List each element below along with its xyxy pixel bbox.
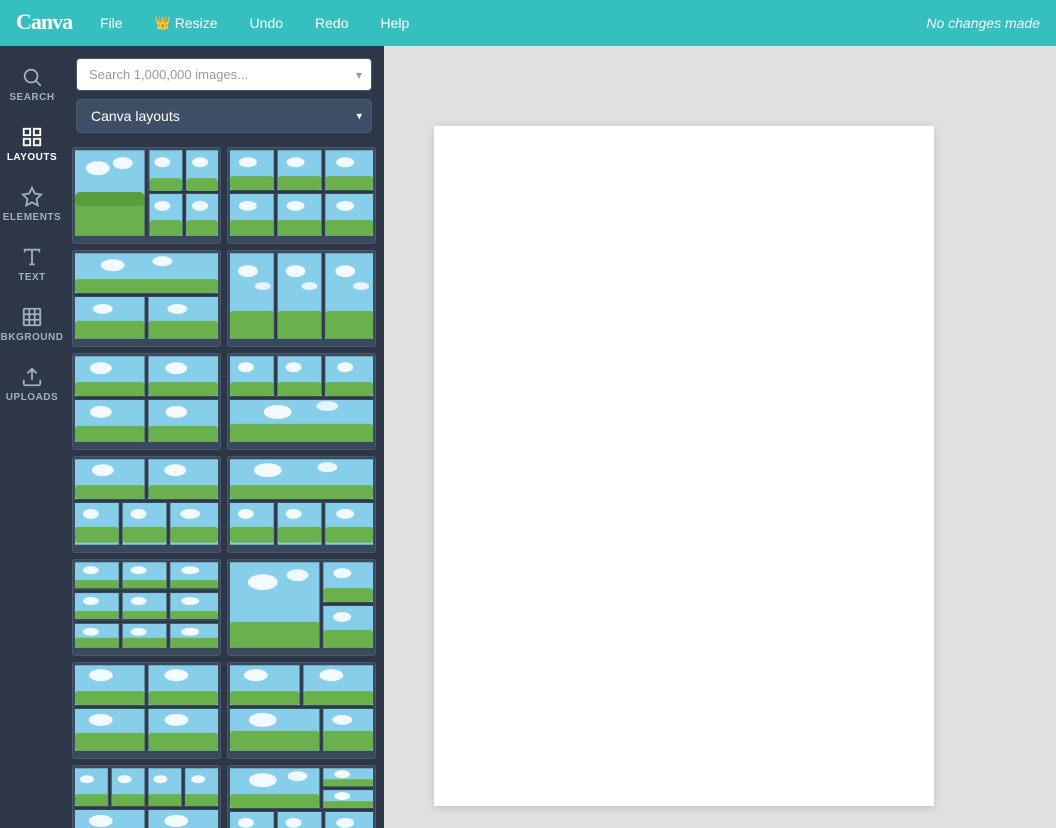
main-container: SEARCH LAYOUTS ELEMENTS TEXT bbox=[0, 46, 1056, 828]
list-item[interactable] bbox=[72, 456, 221, 553]
layout-preview-svg bbox=[73, 251, 220, 341]
list-item[interactable] bbox=[227, 250, 376, 347]
elements-icon bbox=[21, 186, 43, 208]
image-search-input[interactable] bbox=[76, 58, 372, 91]
sidebar-item-search[interactable]: SEARCH bbox=[0, 54, 64, 114]
layout-row bbox=[72, 559, 376, 656]
layouts-panel: ▾ Canva layouts My layouts Custom ▾ bbox=[64, 46, 384, 828]
sidebar-item-elements[interactable]: ELEMENTS bbox=[0, 174, 64, 234]
file-menu[interactable]: File bbox=[94, 11, 129, 35]
layouts-icon bbox=[21, 126, 43, 148]
list-item[interactable] bbox=[72, 559, 221, 656]
layout-preview-svg bbox=[73, 354, 220, 444]
layout-preview-svg bbox=[73, 457, 220, 547]
icon-sidebar: SEARCH LAYOUTS ELEMENTS TEXT bbox=[0, 46, 64, 828]
list-item[interactable] bbox=[227, 353, 376, 450]
sidebar-item-layouts[interactable]: LAYOUTS bbox=[0, 114, 64, 174]
text-icon bbox=[21, 246, 43, 268]
background-icon bbox=[21, 306, 43, 328]
search-label: SEARCH bbox=[9, 92, 54, 103]
canva-logo: Canva bbox=[16, 7, 74, 39]
text-label: TEXT bbox=[18, 272, 46, 283]
layout-preview-svg bbox=[228, 766, 375, 828]
list-item[interactable] bbox=[227, 765, 376, 828]
layout-source-select[interactable]: Canva layouts My layouts Custom bbox=[76, 99, 372, 133]
list-item[interactable] bbox=[227, 662, 376, 759]
layout-row bbox=[72, 662, 376, 759]
sidebar-item-uploads[interactable]: UPLOADS bbox=[0, 354, 64, 414]
redo-menu[interactable]: Redo bbox=[309, 11, 354, 35]
background-label: BKGROUND bbox=[1, 332, 64, 343]
layouts-grid bbox=[64, 143, 384, 828]
layout-row bbox=[72, 353, 376, 450]
svg-text:Canva: Canva bbox=[16, 9, 73, 33]
layouts-label: LAYOUTS bbox=[7, 152, 57, 163]
uploads-label: UPLOADS bbox=[6, 392, 58, 403]
list-item[interactable] bbox=[72, 250, 221, 347]
layout-source-dropdown: Canva layouts My layouts Custom ▾ bbox=[76, 99, 372, 133]
layout-row bbox=[72, 147, 376, 244]
layout-preview-svg bbox=[73, 663, 220, 753]
layout-preview-svg bbox=[73, 148, 220, 238]
layout-preview-svg bbox=[73, 560, 220, 650]
crown-icon: 👑 bbox=[155, 15, 171, 31]
layout-row bbox=[72, 456, 376, 553]
uploads-icon bbox=[21, 366, 43, 388]
elements-label: ELEMENTS bbox=[3, 212, 61, 223]
help-menu[interactable]: Help bbox=[374, 11, 415, 35]
canvas-area bbox=[384, 46, 1056, 828]
undo-menu[interactable]: Undo bbox=[244, 11, 289, 35]
list-item[interactable] bbox=[72, 662, 221, 759]
layout-preview-svg bbox=[73, 766, 220, 828]
no-changes-label: No changes made bbox=[926, 15, 1040, 31]
list-item[interactable] bbox=[227, 147, 376, 244]
search-container: ▾ bbox=[76, 58, 372, 91]
topbar: Canva File 👑 Resize Undo Redo Help No ch… bbox=[0, 0, 1056, 46]
list-item[interactable] bbox=[72, 147, 221, 244]
layout-row bbox=[72, 250, 376, 347]
layout-preview-svg bbox=[228, 251, 375, 341]
layout-row bbox=[72, 765, 376, 828]
canvas-page bbox=[434, 126, 934, 806]
layout-preview-svg bbox=[228, 354, 375, 444]
layout-preview-svg bbox=[228, 663, 375, 753]
search-icon bbox=[21, 66, 43, 88]
layout-preview-svg bbox=[228, 560, 375, 650]
list-item[interactable] bbox=[227, 559, 376, 656]
resize-menu[interactable]: 👑 Resize bbox=[149, 11, 224, 35]
layout-preview-svg bbox=[228, 457, 375, 547]
sidebar-item-text[interactable]: TEXT bbox=[0, 234, 64, 294]
list-item[interactable] bbox=[227, 456, 376, 553]
layout-preview-svg bbox=[228, 148, 375, 238]
sidebar-item-background[interactable]: BKGROUND bbox=[0, 294, 64, 354]
list-item[interactable] bbox=[72, 353, 221, 450]
search-dropdown-arrow: ▾ bbox=[356, 68, 362, 82]
list-item[interactable] bbox=[72, 765, 221, 828]
